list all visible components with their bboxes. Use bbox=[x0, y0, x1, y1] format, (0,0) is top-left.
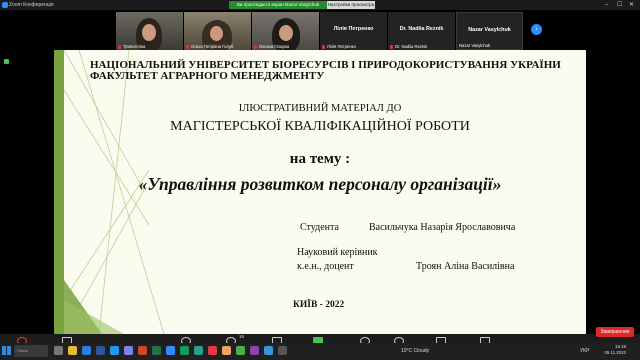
zoom-taskbar-icon[interactable] bbox=[166, 346, 175, 355]
end-meeting-button[interactable]: Завершение bbox=[596, 327, 634, 337]
word-icon[interactable] bbox=[96, 346, 105, 355]
participant-display-name: Nazar Vasylchuk bbox=[468, 27, 511, 33]
faculty-name: ФАКУЛЬТЕТ АГРАРНОГО МЕНЕДЖМЕНТУ bbox=[90, 70, 325, 82]
supervisor-label: Науковий керівник bbox=[297, 247, 378, 258]
next-page-button[interactable]: › bbox=[531, 24, 542, 35]
participant-name: Nazar Vasylchuk bbox=[459, 43, 491, 48]
view-options-button[interactable]: Настройки просмотра ▾ bbox=[327, 1, 375, 15]
task-view-icon[interactable] bbox=[54, 346, 63, 355]
chrome-icon[interactable] bbox=[180, 346, 189, 355]
maximize-icon[interactable]: ☐ bbox=[617, 0, 622, 10]
taskbar-clock[interactable]: 16:19 09.11.2022 bbox=[598, 344, 626, 356]
minimize-icon[interactable]: – bbox=[605, 0, 608, 10]
zoom-logo-icon bbox=[2, 2, 8, 8]
participant-name: Оксана Гагарка bbox=[259, 44, 290, 49]
shield-icon bbox=[4, 59, 9, 64]
powerpoint-icon[interactable] bbox=[138, 346, 147, 355]
edge-icon[interactable] bbox=[110, 346, 119, 355]
supervisor-degree: к.е.н., доцент bbox=[297, 261, 354, 272]
muted-mic-icon bbox=[186, 45, 189, 49]
muted-mic-icon bbox=[322, 45, 325, 49]
app-icon[interactable] bbox=[264, 346, 273, 355]
participant-name: ТроянАліна bbox=[123, 44, 146, 49]
city-year: КИЇВ - 2022 bbox=[293, 300, 345, 310]
participants-count: 16 bbox=[239, 334, 245, 339]
participant-face bbox=[279, 25, 293, 41]
participant-display-name: Лілія Петренко bbox=[333, 26, 374, 32]
participant-name: Ольга Петрівна Голуб bbox=[191, 44, 234, 49]
student-name: Васильчука Назарія Ярославовича bbox=[369, 222, 516, 233]
teams-icon[interactable] bbox=[124, 346, 133, 355]
muted-mic-icon bbox=[254, 45, 257, 49]
work-type: МАГІСТЕРСЬКОЇ КВАЛІФІКАЦІЙНОЇ РОБОТИ bbox=[170, 119, 470, 134]
participant-tile[interactable]: Оксана Гагарка bbox=[252, 12, 319, 50]
taskbar-search[interactable]: Поиск bbox=[14, 345, 48, 357]
participant-name: Dr. Nadiia Reznik bbox=[395, 44, 428, 49]
app-icon[interactable] bbox=[278, 346, 287, 355]
app-icon[interactable] bbox=[250, 346, 259, 355]
window-title: Zoom Конференція bbox=[9, 2, 54, 8]
topic-title: «Управління розвитком персоналу організа… bbox=[138, 174, 502, 194]
app-icon[interactable] bbox=[236, 346, 245, 355]
language-indicator[interactable]: УКР bbox=[580, 343, 589, 360]
app-icon[interactable] bbox=[194, 346, 203, 355]
muted-mic-icon bbox=[118, 45, 121, 49]
participant-face bbox=[210, 26, 223, 41]
file-explorer-icon[interactable] bbox=[68, 346, 77, 355]
participant-tile[interactable]: Ольга Петрівна Голуб bbox=[184, 12, 251, 50]
participant-tile[interactable]: ТроянАліна bbox=[116, 12, 183, 50]
clock-date: 09.11.2022 bbox=[604, 350, 626, 355]
topic-intro: на тему : bbox=[289, 151, 351, 167]
shared-slide: НАЦІОНАЛЬНИЙ УНІВЕРСИТЕТ БІОРЕСУРСІВ І П… bbox=[54, 50, 586, 334]
participant-tile[interactable]: Nazar Vasylchuk Nazar Vasylchuk bbox=[456, 12, 523, 50]
participant-tile[interactable]: Dr. Nadiia Reznik Dr. Nadiia Reznik bbox=[388, 12, 455, 50]
slide-subtitle: ІЛЮСТРАТИВНИЙ МАТЕРІАЛ ДО bbox=[238, 103, 402, 114]
close-icon[interactable]: ✕ bbox=[629, 0, 634, 10]
participant-strip: ТроянАліна Ольга Петрівна Голуб Оксана Г… bbox=[116, 12, 546, 50]
participant-face bbox=[142, 24, 156, 41]
supervisor-name: Троян Аліна Василівна bbox=[416, 261, 515, 272]
participant-display-name: Dr. Nadiia Reznik bbox=[399, 26, 444, 32]
app-icon[interactable] bbox=[222, 346, 231, 355]
student-label: Студента bbox=[300, 222, 339, 233]
excel-icon[interactable] bbox=[152, 346, 161, 355]
participant-name: Лілія Петренко bbox=[327, 44, 356, 49]
windows-start-icon[interactable] bbox=[2, 346, 11, 355]
weather-widget[interactable]: 10°C Cloudy bbox=[401, 343, 429, 360]
app-icon[interactable] bbox=[208, 346, 217, 355]
screen-share-banner: Ви проглядаєте екран Nazar Vasylchuk bbox=[229, 1, 327, 9]
muted-mic-icon bbox=[390, 45, 393, 49]
mail-icon[interactable] bbox=[82, 346, 91, 355]
participant-tile[interactable]: Лілія Петренко Лілія Петренко bbox=[320, 12, 387, 50]
